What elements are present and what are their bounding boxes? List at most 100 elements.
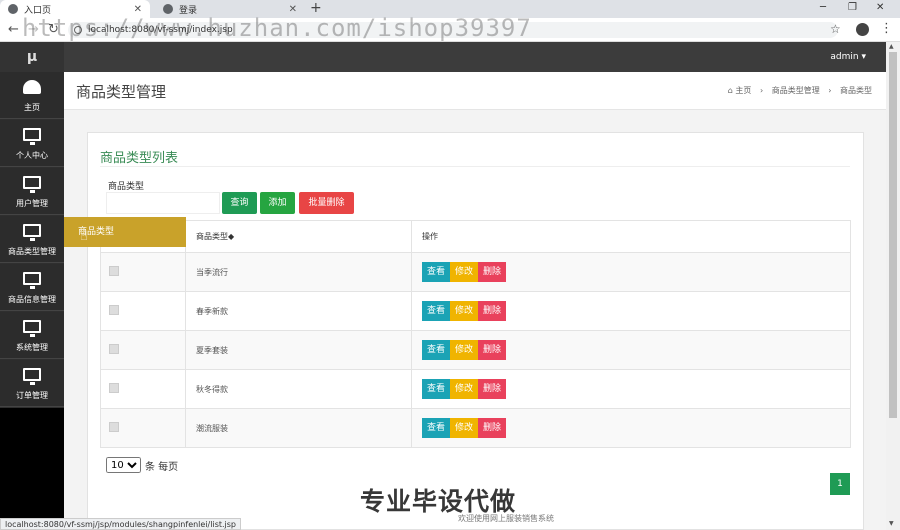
type-cell: 潮流服装: [185, 408, 412, 448]
scroll-thumb[interactable]: [889, 52, 897, 418]
sidebar-item-label: 个人中心: [16, 151, 48, 160]
tab-close-icon[interactable]: ✕: [289, 4, 297, 15]
page-size-suffix: 条 每页: [145, 461, 179, 473]
breadcrumb-home[interactable]: 主页: [735, 86, 751, 95]
sidebar-item-label: 商品信息管理: [8, 295, 56, 304]
scroll-up-icon[interactable]: ▲: [889, 43, 894, 50]
sidebar-item-orders[interactable]: 订单管理: [0, 360, 64, 407]
tab-login[interactable]: 登录 ✕: [155, 0, 305, 18]
edit-button[interactable]: 修改: [450, 262, 479, 282]
sidebar-item-product-types[interactable]: 商品类型管理: [0, 216, 64, 263]
table-header-row: 商品类型◆ 操作: [100, 220, 851, 253]
view-button[interactable]: 查看: [422, 301, 451, 321]
footer-note: 欢迎使用网上服装销售系统: [458, 514, 554, 523]
table-row: 秋冬得款 查看 修改 删除: [100, 369, 851, 409]
list-panel: 商品类型列表 商品类型 查询 添加 批量删除 商品类型◆ 操作 当季流行 查看: [87, 132, 864, 530]
main-content: 商品类型管理 ⌂ 主页 › 商品类型管理 › 商品类型 商品类型列表 商品类型 …: [64, 72, 886, 530]
breadcrumb: ⌂ 主页 › 商品类型管理 › 商品类型: [728, 85, 872, 96]
product-type-table: 商品类型◆ 操作 当季流行 查看 修改 删除 春季新款 查看 修改 删除 夏季套…: [100, 220, 851, 448]
user-menu[interactable]: admin ▾: [830, 42, 866, 72]
table-row: 春季新款 查看 修改 删除: [100, 291, 851, 331]
row-checkbox[interactable]: [109, 305, 119, 315]
view-button[interactable]: 查看: [422, 418, 451, 438]
edit-button[interactable]: 修改: [450, 418, 479, 438]
column-header-actions: 操作: [411, 220, 851, 253]
sidebar-item-products[interactable]: 商品信息管理: [0, 264, 64, 311]
monitor-icon: [23, 368, 41, 385]
chevron-right-icon: ›: [759, 86, 764, 95]
query-button[interactable]: 查询: [222, 192, 257, 214]
edit-button[interactable]: 修改: [450, 340, 479, 360]
search-input[interactable]: [106, 192, 220, 214]
home-icon: ⌂: [727, 86, 733, 95]
browser-menu-icon[interactable]: ⋮: [880, 21, 893, 36]
url-text: localhost:8080/vf-ssmj/index.jsp: [88, 25, 233, 35]
delete-button[interactable]: 删除: [478, 418, 507, 438]
delete-button[interactable]: 删除: [478, 340, 507, 360]
sidebar-item-label: 用户管理: [16, 199, 48, 208]
page-size-select[interactable]: 10: [106, 457, 141, 473]
chevron-right-icon: ›: [828, 86, 832, 95]
top-navbar: μ admin ▾: [0, 42, 886, 72]
address-bar-row: ← → ↻ localhost:8080/vf-ssmj/index.jsp ☆…: [0, 18, 900, 42]
row-checkbox[interactable]: [109, 266, 119, 276]
row-checkbox[interactable]: [109, 422, 119, 432]
delete-button[interactable]: 删除: [478, 262, 507, 282]
globe-icon: [163, 4, 173, 14]
back-arrow-icon[interactable]: ←: [8, 22, 19, 38]
breadcrumb-section[interactable]: 商品类型管理: [772, 86, 820, 95]
edit-button[interactable]: 修改: [450, 379, 479, 399]
hand-cursor-icon: ☝: [80, 229, 88, 244]
sidebar-item-label: 主页: [24, 103, 40, 112]
sidebar-item-label: 订单管理: [16, 391, 48, 400]
breadcrumb-current: 商品类型: [840, 86, 872, 95]
edit-button[interactable]: 修改: [450, 301, 479, 321]
delete-button[interactable]: 删除: [478, 379, 507, 399]
batch-delete-button[interactable]: 批量删除: [299, 192, 354, 214]
profile-avatar-icon[interactable]: [856, 23, 869, 36]
column-header-type[interactable]: 商品类型◆: [185, 220, 412, 253]
pagination-page-1[interactable]: 1: [830, 473, 850, 495]
type-cell: 夏季套装: [185, 330, 412, 370]
divider: [100, 166, 850, 167]
page-scrollbar[interactable]: ▲ ▼: [886, 42, 900, 530]
row-checkbox[interactable]: [109, 344, 119, 354]
sidebar-item-users[interactable]: 用户管理: [0, 168, 64, 215]
tab-close-icon[interactable]: ✕: [134, 4, 142, 15]
row-checkbox[interactable]: [109, 383, 119, 393]
bookmark-star-icon[interactable]: ☆: [830, 22, 841, 36]
table-row: 夏季套装 查看 修改 删除: [100, 330, 851, 370]
sidebar-item-system[interactable]: 系统管理: [0, 312, 64, 359]
reload-icon[interactable]: ↻: [48, 22, 59, 38]
add-button[interactable]: 添加: [260, 192, 295, 214]
tab-label: 登录: [179, 5, 198, 16]
sidebar-item-label: 系统管理: [16, 343, 48, 352]
panel-title: 商品类型列表: [100, 151, 179, 166]
monitor-icon: [23, 128, 41, 145]
view-button[interactable]: 查看: [422, 262, 451, 282]
sidebar-item-profile[interactable]: 个人中心: [0, 120, 64, 167]
maximize-button[interactable]: ❐: [848, 2, 857, 13]
minimize-button[interactable]: ─: [820, 2, 826, 13]
dashboard-icon: [23, 80, 41, 94]
tab-entry-page[interactable]: 入口页 ✕: [0, 0, 150, 18]
type-cell: 春季新款: [185, 291, 412, 331]
type-cell: 当季流行: [185, 252, 412, 292]
delete-button[interactable]: 删除: [478, 301, 507, 321]
url-field[interactable]: localhost:8080/vf-ssmj/index.jsp: [68, 22, 838, 38]
close-window-button[interactable]: ✕: [876, 2, 884, 13]
tab-label: 入口页: [24, 5, 52, 16]
brand-logo[interactable]: μ: [0, 42, 64, 72]
sidebar-item-home[interactable]: 主页: [0, 72, 64, 119]
forward-arrow-icon[interactable]: →: [28, 22, 39, 38]
status-bar-url: localhost:8080/vf-ssmj/jsp/modules/shang…: [0, 518, 242, 530]
globe-icon: [8, 4, 18, 14]
view-button[interactable]: 查看: [422, 340, 451, 360]
table-row: 当季流行 查看 修改 删除: [100, 252, 851, 292]
new-tab-button[interactable]: +: [310, 0, 322, 16]
info-icon[interactable]: [74, 26, 82, 34]
search-label: 商品类型: [108, 182, 145, 192]
sidebar-footer: [0, 408, 64, 530]
view-button[interactable]: 查看: [422, 379, 451, 399]
scroll-down-icon[interactable]: ▼: [889, 520, 894, 527]
